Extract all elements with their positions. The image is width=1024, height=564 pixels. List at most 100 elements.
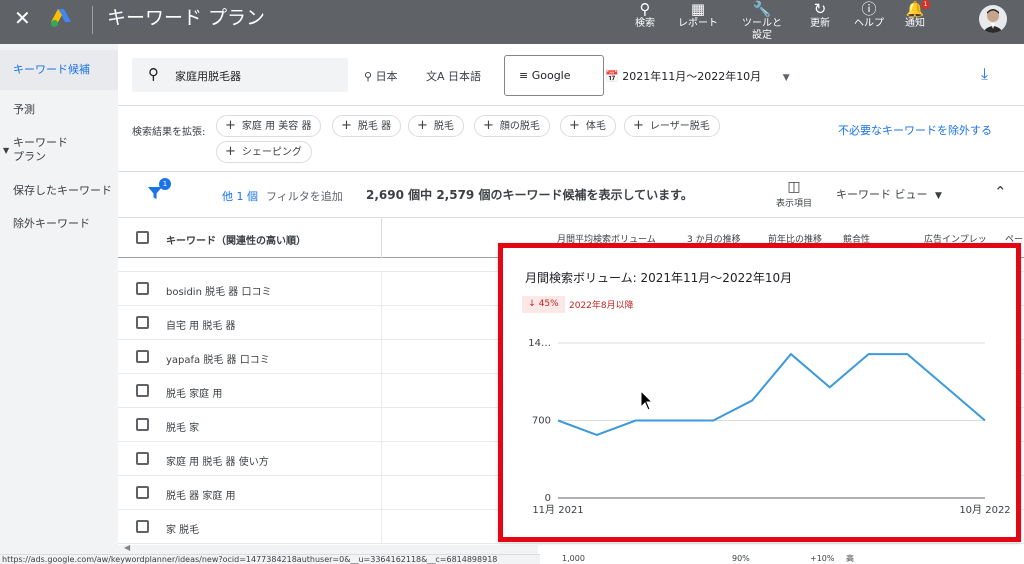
sidebar-item-label: 予測 [13,103,35,116]
row-checkbox[interactable] [136,350,149,363]
columns-button[interactable]: ◫ 表示項目 [769,178,819,209]
nav-tools-label-2: 設定 [752,30,772,41]
x-tick-label: 11月 2021 [532,504,583,516]
chip-label: 顔の脱毛 [499,121,540,132]
chip-label: 脱毛 器 [357,121,392,132]
chip-label: 家庭 用 美容 器 [241,121,312,132]
sidebar-item-forecast[interactable]: 予測 [0,103,118,117]
row-checkbox[interactable] [136,486,149,499]
keyword-cell: 家 脱毛 [166,525,200,536]
network-selector[interactable]: ≡ Google [504,55,604,96]
refine-chip[interactable]: + 脱毛 [408,115,464,137]
search-input[interactable]: ⚲ 家庭用脱毛器 [132,58,348,92]
columns-icon: ◫ [787,179,801,195]
refine-chip[interactable]: + シェーピング [216,141,312,163]
column-divider [381,306,382,340]
result-count-text: 2,690 個中 2,579 個のキーワード候補を表示しています。 [366,188,693,202]
chevron-up-icon[interactable]: ⌃ [994,183,1007,201]
sidebar: キーワード候補 予測 ▼ キーワード プラン 保存したキーワード 除外キーワード [0,44,118,564]
nav-tools[interactable]: 🔧 ツールと 設定 [740,0,784,44]
search-volume-popup: 月間検索ボリューム: 2021年11月～2022年10月 ↓ 45% 2022年… [498,243,1021,542]
network-icon: ≡ [519,69,529,82]
partial-volume: 1,000 [562,554,585,563]
column-divider [381,510,382,544]
exclude-keywords-link[interactable]: 不必要なキーワードを除外する [834,123,996,138]
chip-label: シェーピング [241,147,302,158]
keyword-cell: 家庭 用 脱毛 器 使い方 [166,457,269,468]
chip-label: 体毛 [585,121,606,132]
columns-label: 表示項目 [775,199,812,209]
refine-chip[interactable]: + 顔の脱毛 [474,115,550,137]
refine-row: 検索結果を拡張: + 家庭 用 美容 器 + 脱毛 器 + 脱毛 + 顔の脱毛 + 体毛 … [118,106,1024,172]
refine-chip[interactable]: + 脱毛 器 [332,115,402,137]
plus-icon: + [225,144,236,159]
help-icon: ⓘ [861,0,877,18]
row-checkbox[interactable] [136,316,149,329]
row-checkbox[interactable] [136,282,149,295]
close-icon[interactable]: ✕ [14,8,31,28]
language-selector[interactable]: 文A 日本語 [426,68,481,84]
keyword-view-dropdown[interactable]: キーワード ビュー ▼ [836,186,942,202]
nav-reports[interactable]: ▦ レポート [676,0,720,44]
horizontal-scrollbar[interactable]: ◀ [118,543,538,554]
sidebar-item-saved-keywords[interactable]: 保存したキーワード [0,184,118,198]
divider [92,6,93,34]
search-icon: ⚲ [639,0,651,18]
plus-icon: + [633,118,644,133]
column-divider [381,374,382,408]
nav-refresh[interactable]: ↻ 更新 [807,0,833,44]
column-divider [381,272,382,306]
sidebar-item-keyword-plan[interactable]: ▼ キーワード プラン [0,136,118,164]
location-pin-icon: ⚲ [364,70,373,83]
refine-chip[interactable]: + レーザー脱毛 [624,115,720,137]
partial-yoy: +10% [810,554,835,563]
select-all-checkbox[interactable] [136,231,149,244]
sidebar-item-keyword-ideas[interactable]: キーワード候補 [0,50,118,90]
plus-icon: + [417,118,428,133]
plus-icon: + [341,118,352,133]
page-title: キーワード プラン [107,7,266,29]
row-checkbox[interactable] [136,418,149,431]
download-icon[interactable]: ⤓ [981,64,988,84]
row-checkbox[interactable] [136,384,149,397]
sidebar-item-label: 除外キーワード [13,217,90,230]
nav-search[interactable]: ⚲ 検索 [632,0,658,44]
row-checkbox[interactable] [136,520,149,533]
nav-help[interactable]: ⓘ ヘルプ [852,0,886,44]
other-filters-link[interactable]: 他 1 個 [222,188,258,204]
nav-search-label: 検索 [635,18,655,29]
chip-label: レーザー脱毛 [649,121,710,132]
nav-notifications-label: 通知 [905,18,925,29]
network-label: Google [531,69,571,82]
translate-icon: 文A [426,70,445,83]
avatar-image [982,9,1004,33]
column-divider [381,408,382,442]
column-divider [381,218,382,258]
x-tick-label: 10月 2022 [959,504,1010,516]
column-header-keyword[interactable]: キーワード（関連性の高い順） [166,232,306,247]
row-checkbox[interactable] [136,452,149,465]
avatar[interactable] [979,5,1007,33]
sidebar-item-label: キーワード候補 [13,63,90,76]
date-range-selector[interactable]: 📅 2021年11月～2022年10月 ▼ [605,68,790,84]
dropdown-arrow-icon: ▼ [782,73,790,83]
location-selector[interactable]: ⚲ 日本 [364,68,398,84]
plus-icon: + [225,118,236,133]
refine-chip[interactable]: + 体毛 [560,115,616,137]
calendar-icon: 📅 [605,70,619,83]
keyword-cell: 自宅 用 脱毛 器 [166,321,236,332]
sidebar-item-label: キーワード [13,136,68,149]
partial-competition: 高 [846,554,854,563]
sidebar-item-negative-keywords[interactable]: 除外キーワード [0,217,118,231]
keyword-cell: yapafa 脱毛 器 口コミ [166,355,270,366]
search-query: 家庭用脱毛器 [175,70,241,83]
refine-chip[interactable]: + 家庭 用 美容 器 [216,115,322,137]
keyword-cell: 脱毛 器 家庭 用 [166,491,236,502]
y-tick-label: 700 [532,416,551,427]
volume-line-chart: 14… 700 011月 2021 10月 2022 [528,338,1010,516]
add-filter-button[interactable]: フィルタを追加 [266,188,343,204]
scroll-left-icon[interactable]: ◀ [124,543,130,552]
plus-icon: + [569,118,580,133]
keyword-cell: bosidin 脱毛 器 口コミ [166,287,272,298]
plus-icon: + [483,118,494,133]
